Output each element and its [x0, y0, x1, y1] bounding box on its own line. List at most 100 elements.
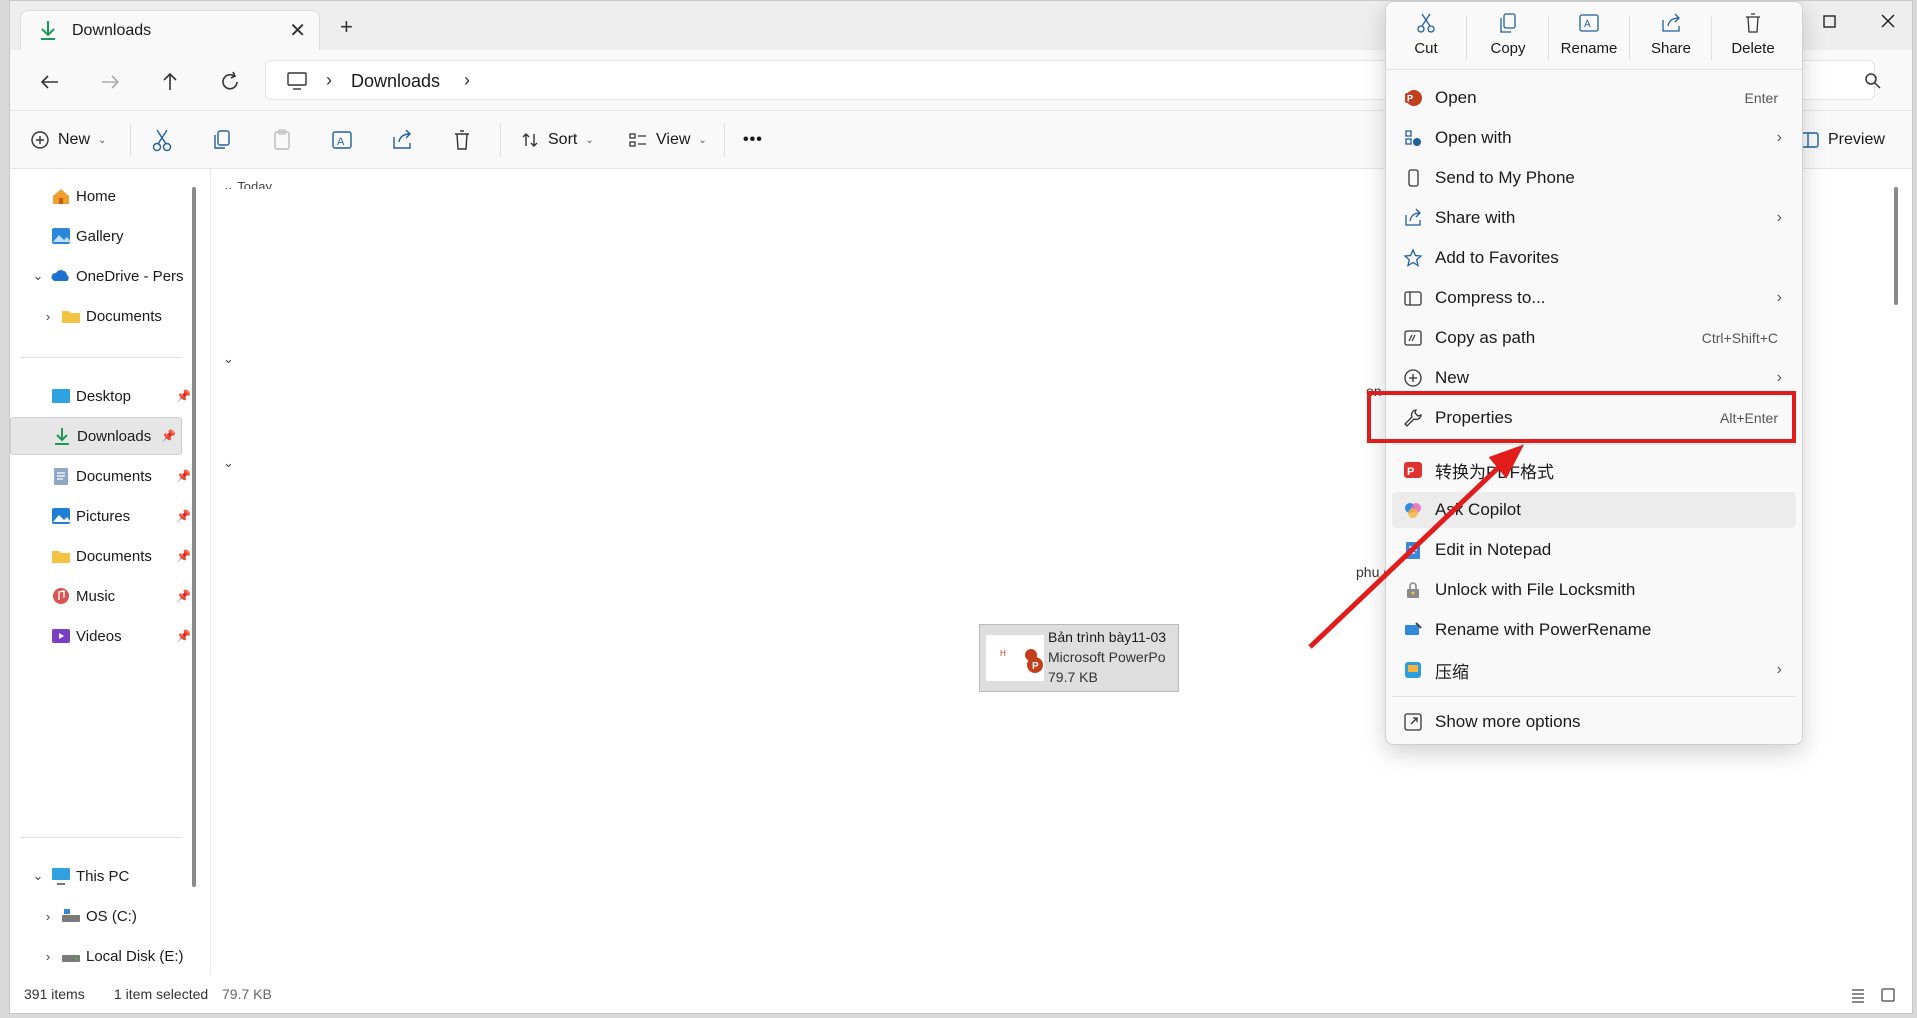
plus-circle-icon [1402, 367, 1424, 389]
drive-icon [62, 955, 80, 962]
back-icon[interactable] [34, 66, 66, 98]
file-item-selected[interactable]: HP Bản trình bày11-03 Microsoft PowerPo … [979, 624, 1179, 692]
sidebar-item-os-c[interactable]: › OS (C:) [36, 897, 137, 935]
cut-icon[interactable] [150, 125, 174, 155]
sidebar-item-documents[interactable]: Documents 📌 [26, 537, 191, 575]
svg-text:A: A [1584, 19, 1591, 30]
menu-item-copy-as-path[interactable]: Copy as path Ctrl+Shift+C [1392, 320, 1796, 356]
pin-icon[interactable]: 📌 [176, 469, 191, 483]
sidebar-item-documents[interactable]: Documents 📌 [26, 457, 191, 495]
menu-item-powerrename[interactable]: Rename with PowerRename [1392, 612, 1796, 648]
sidebar-item-label: This PC [76, 867, 130, 885]
menu-item-file-locksmith[interactable]: Unlock with File Locksmith [1392, 572, 1796, 608]
sidebar-item-documents[interactable]: › Documents [36, 297, 162, 335]
new-tab-button[interactable]: + [340, 14, 353, 40]
sidebar-item-home[interactable]: Home [26, 177, 116, 215]
sidebar-item-gallery[interactable]: Gallery [26, 217, 124, 255]
copy-icon[interactable] [210, 125, 234, 155]
rename-action[interactable]: A Rename [1554, 10, 1630, 66]
document-icon [54, 468, 68, 485]
tab-close-icon[interactable]: ✕ [289, 18, 306, 43]
menu-item-edit-in-notepad[interactable]: Edit in Notepad [1392, 532, 1796, 568]
chevron-down-icon[interactable]: ⌄ [223, 351, 234, 367]
pictures-icon [52, 508, 70, 524]
preview-button[interactable]: Preview [1800, 125, 1885, 155]
sidebar-item-desktop[interactable]: Desktop 📌 [26, 377, 191, 415]
pin-icon[interactable]: 📌 [176, 389, 191, 403]
forward-icon[interactable] [94, 66, 126, 98]
menu-item-share-with[interactable]: Share with › [1392, 200, 1796, 236]
sidebar-item-local-disk-e[interactable]: › Local Disk (E:) [36, 937, 184, 975]
details-view-icon[interactable] [1850, 987, 1866, 1003]
breadcrumb-separator[interactable]: › [464, 70, 470, 91]
copy-action[interactable]: Copy [1473, 10, 1549, 66]
menu-divider [1392, 696, 1796, 697]
menu-item-open[interactable]: P Open Enter [1392, 80, 1796, 116]
cut-action[interactable]: Cut [1391, 10, 1467, 66]
notepad-icon [1402, 539, 1424, 561]
share-icon[interactable] [390, 125, 414, 155]
chevron-right-icon[interactable]: › [36, 949, 60, 964]
paste-icon[interactable] [270, 125, 294, 155]
view-button[interactable]: View ⌄ [628, 125, 707, 155]
divider [20, 837, 182, 838]
search-icon[interactable] [1863, 71, 1883, 91]
tab-downloads[interactable]: Downloads ✕ [20, 10, 320, 50]
chevron-down-icon: ⌄ [98, 134, 107, 146]
delete-icon[interactable] [450, 125, 474, 155]
scrollbar[interactable] [192, 187, 196, 887]
sidebar-item-onedrive[interactable]: ⌄ OneDrive - Perso [26, 257, 184, 295]
scrollbar[interactable] [1894, 187, 1898, 305]
sidebar-item-videos[interactable]: Videos 📌 [26, 617, 191, 655]
breadcrumb-separator[interactable]: › [326, 70, 332, 91]
item-count: 391 items [24, 986, 85, 1002]
sidebar-item-this-pc[interactable]: ⌄ This PC [26, 857, 129, 895]
quick-action-label: Copy [1490, 40, 1526, 57]
chevron-down-icon[interactable]: ⌄ [223, 455, 234, 471]
more-options-button[interactable]: ••• [743, 125, 763, 155]
up-icon[interactable] [154, 66, 186, 98]
pin-icon[interactable]: 📌 [176, 629, 191, 643]
sidebar-item-label: Home [76, 187, 117, 205]
status-bar: 391 items 1 item selected 79.7 KB [10, 975, 1912, 1013]
pin-icon[interactable]: 📌 [176, 549, 191, 563]
chevron-right-icon[interactable]: › [36, 909, 60, 924]
menu-item-convert-to-pdf[interactable]: P 转换为PDF格式 [1392, 452, 1796, 488]
menu-item-compress-zip[interactable]: 压缩 › [1392, 652, 1796, 688]
menu-item-compress-to[interactable]: Compress to... › [1392, 280, 1796, 316]
refresh-icon[interactable] [214, 66, 246, 98]
sidebar-item-label: Documents [86, 307, 162, 325]
svg-text:P: P [1407, 466, 1414, 478]
menu-item-open-with[interactable]: Open with › [1392, 120, 1796, 156]
menu-item-add-to-favorites[interactable]: Add to Favorites [1392, 240, 1796, 276]
sort-icon [522, 133, 538, 147]
pin-icon[interactable]: 📌 [176, 509, 191, 523]
group-header-today[interactable]: ⌄ Today [223, 179, 272, 189]
more-options-icon [1402, 711, 1424, 733]
sidebar-item-downloads[interactable]: Downloads 📌 [10, 417, 182, 455]
sort-button[interactable]: Sort ⌄ [520, 125, 594, 155]
tiles-view-icon[interactable] [1880, 987, 1896, 1003]
sidebar-item-label: Gallery [76, 227, 124, 245]
close-window-icon[interactable] [1868, 7, 1908, 37]
breadcrumb-downloads[interactable]: Downloads [351, 71, 440, 92]
sidebar-item-label: Local Disk (E:) [86, 947, 184, 965]
maximize-icon[interactable] [1809, 7, 1849, 37]
delete-action[interactable]: Delete [1718, 10, 1788, 66]
pin-icon[interactable]: 📌 [161, 429, 176, 443]
chevron-down-icon[interactable]: ⌄ [26, 268, 50, 284]
sidebar-item-pictures[interactable]: Pictures 📌 [26, 497, 191, 535]
menu-item-send-to-phone[interactable]: Send to My Phone [1392, 160, 1796, 196]
sidebar-item-music[interactable]: Music 📌 [26, 577, 191, 615]
rename-icon[interactable]: A [330, 125, 354, 155]
share-action[interactable]: Share [1636, 10, 1712, 66]
chevron-down-icon[interactable]: ⌄ [26, 868, 50, 884]
file-thumbnail: HP [986, 635, 1044, 681]
menu-item-show-more-options[interactable]: Show more options [1392, 704, 1796, 740]
menu-divider [1392, 444, 1796, 445]
context-menu: Cut Copy A Rename Share Delete P Open En… [1385, 1, 1803, 745]
new-button[interactable]: New ⌄ [30, 125, 106, 155]
pin-icon[interactable]: 📌 [176, 589, 191, 603]
chevron-right-icon[interactable]: › [36, 309, 60, 324]
menu-item-ask-copilot[interactable]: Ask Copilot [1392, 492, 1796, 528]
